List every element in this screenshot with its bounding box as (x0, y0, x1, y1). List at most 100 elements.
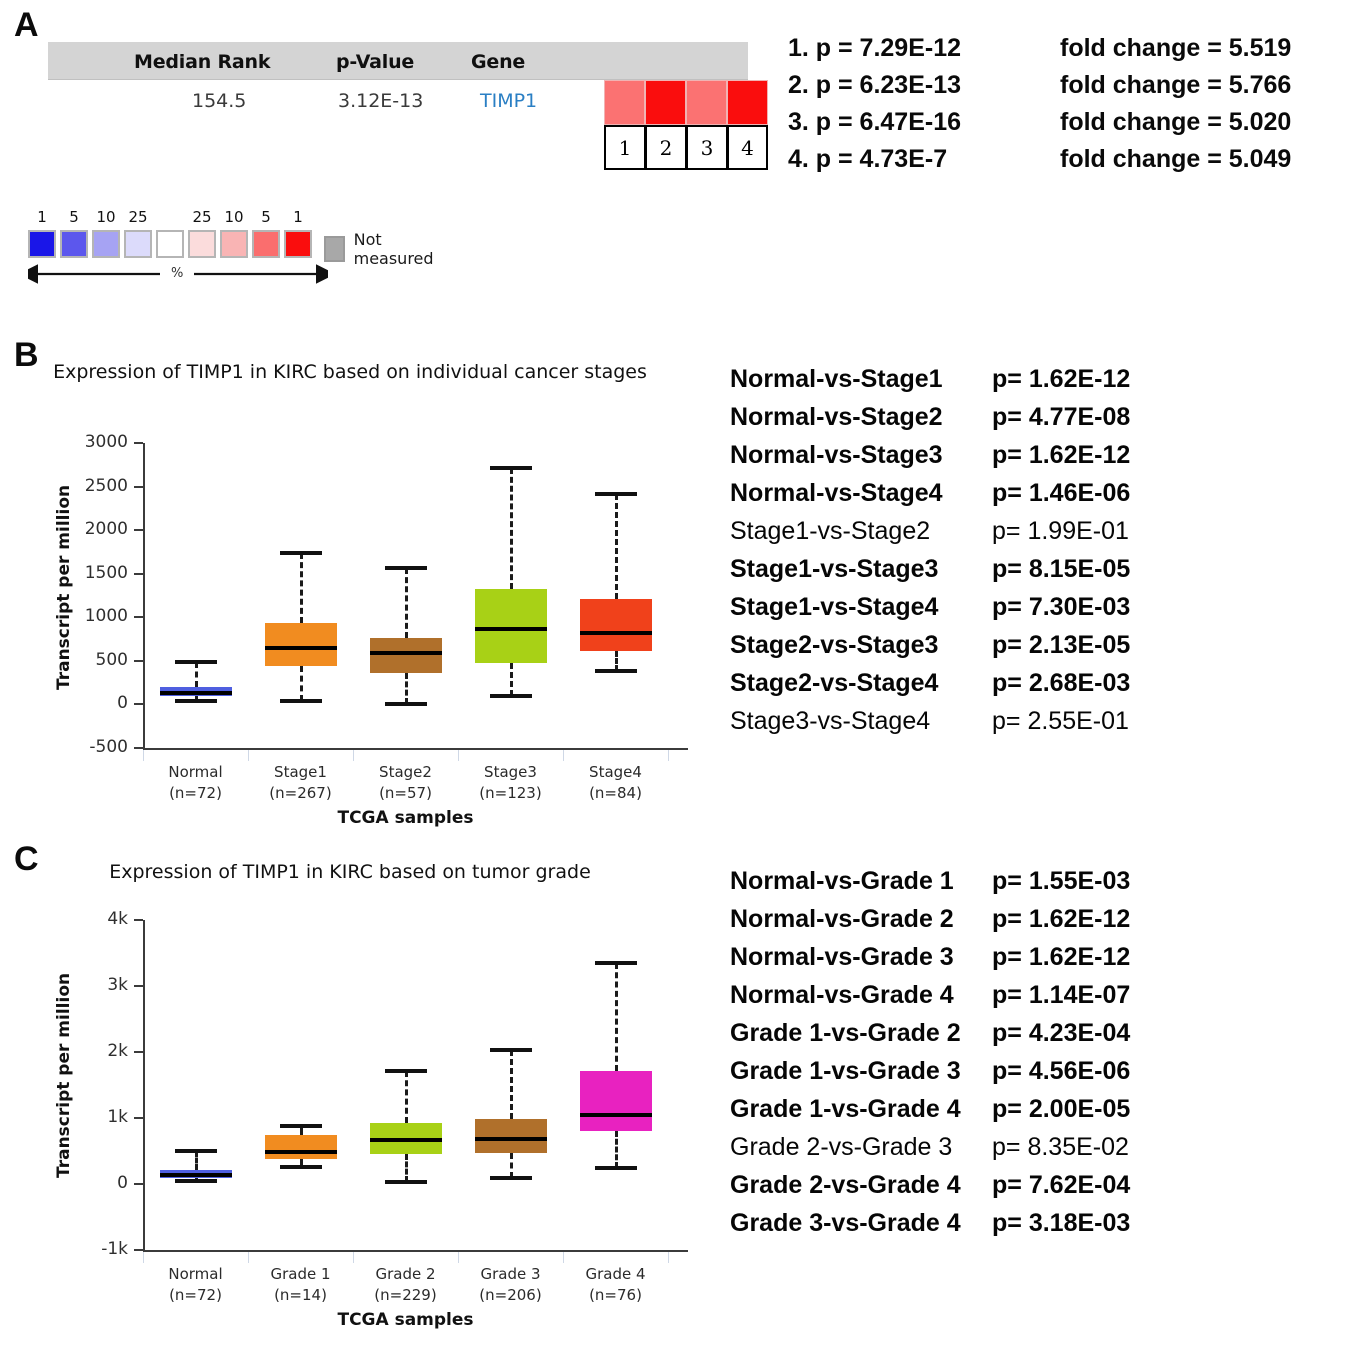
whisker-lower (299, 665, 303, 701)
x-category-count: (n=123) (479, 784, 542, 802)
x-axis-tick (458, 1252, 459, 1263)
x-category-name: Stage2 (379, 763, 432, 781)
stat-comparison-label: Normal-vs-Grade 3 (730, 943, 954, 971)
not-measured-swatch-icon (324, 236, 345, 262)
panel-a-stat-row: 1. p = 7.29E-12 fold change = 5.519 (788, 30, 1291, 67)
y-axis-tick (134, 616, 143, 619)
y-axis-tick (134, 703, 143, 706)
oncomine-cell-3[interactable]: 3 (686, 80, 727, 170)
stat-p-value: p= 1.62E-12 (992, 905, 1131, 933)
boxplot-chart-grades: Expression of TIMP1 in KIRC based on tum… (0, 858, 700, 1338)
stat-p-value: p= 1.62E-12 (992, 943, 1131, 971)
whisker-cap-min (489, 694, 532, 699)
y-axis-tick-label: 2500 (84, 475, 128, 496)
stat-fold-change: fold change = 5.020 (1060, 108, 1292, 136)
legend-color-swatch (188, 230, 216, 258)
legend-color-swatch (92, 230, 120, 258)
panel-a: A Median Rank p-Value Gene 154.5 3.12E-1… (0, 0, 1367, 330)
stat-p-value: p= 2.68E-03 (992, 669, 1131, 697)
oncomine-cell-index: 1 (604, 125, 645, 170)
oncomine-table: Median Rank p-Value Gene 154.5 3.12E-13 … (48, 42, 768, 170)
whisker-upper (614, 962, 618, 1071)
chart-title: Expression of TIMP1 in KIRC based on tum… (109, 861, 591, 883)
stat-p-value: p= 4.23E-04 (992, 1019, 1131, 1047)
whisker-upper (194, 661, 198, 687)
whisker-upper (509, 1050, 513, 1119)
panel-a-letter: A (14, 6, 39, 44)
legend-percentile-numbers: 1 5 10 25 25 10 5 1 (28, 208, 328, 230)
stat-comparison-label: Normal-vs-Stage3 (730, 441, 943, 469)
cell-median-rank: 154.5 (192, 90, 247, 112)
x-category-count: (n=14) (274, 1286, 327, 1304)
oncomine-cell-4[interactable]: 4 (727, 80, 768, 170)
stat-comparison-label: Stage2-vs-Stage3 (730, 631, 939, 659)
cell-p-value: 3.12E-13 (338, 90, 424, 112)
stat-p-value: p= 1.99E-01 (992, 517, 1129, 545)
legend-swatch-strip (28, 230, 328, 258)
x-category-count: (n=206) (479, 1286, 542, 1304)
legend-arrow-row: % (28, 262, 328, 292)
y-axis-tick-label: 2000 (84, 519, 128, 540)
y-axis-tick (134, 747, 143, 749)
stat-row: Stage1-vs-Stage4 p= 7.30E-03 (730, 588, 1130, 626)
y-axis-title: Transcript per million (54, 484, 74, 690)
x-category-name: Normal (168, 763, 223, 781)
stat-comparison-label: Grade 1-vs-Grade 3 (730, 1057, 961, 1085)
whisker-lower (509, 662, 513, 697)
median-line (474, 1136, 547, 1141)
whisker-lower (404, 1153, 408, 1183)
y-axis-tick-label: 0 (117, 693, 128, 714)
whisker-cap-min (384, 1180, 427, 1185)
stat-fold-change: fold change = 5.766 (1060, 71, 1292, 99)
y-axis-tick (134, 919, 143, 921)
y-axis-title: Transcript per million (54, 972, 74, 1178)
not-measured-label: Not measured (353, 230, 434, 268)
whisker-cap-min (594, 1166, 637, 1171)
column-header-p-value: p-Value (336, 51, 415, 73)
whisker-cap-max (279, 550, 322, 555)
stat-row: Normal-vs-Stage1 p= 1.62E-12 (730, 360, 1130, 398)
x-axis-category-label: Grade 4 (n=76) (546, 1264, 686, 1306)
oncomine-cell-swatch (604, 80, 645, 125)
x-category-name: Grade 2 (375, 1265, 436, 1283)
whisker-upper (404, 568, 408, 639)
stat-comparison-label: Grade 1-vs-Grade 4 (730, 1095, 961, 1123)
y-axis-tick-label: 4k (107, 909, 128, 929)
stat-row: Normal-vs-Stage3 p= 1.62E-12 (730, 436, 1130, 474)
stat-row: Grade 2-vs-Grade 4 p= 7.62E-04 (730, 1166, 1130, 1204)
stat-row: Stage3-vs-Stage4 p= 2.55E-01 (730, 702, 1130, 740)
whisker-cap-min (174, 1179, 217, 1184)
x-category-name: Stage3 (484, 763, 537, 781)
y-axis-tick (134, 1249, 143, 1251)
stat-row: Stage1-vs-Stage2 p= 1.99E-01 (730, 512, 1130, 550)
legend-color-swatch (60, 230, 88, 258)
whisker-lower (404, 672, 408, 704)
stat-fold-change: fold change = 5.049 (1060, 145, 1292, 173)
stat-p-value: p= 2.13E-05 (992, 631, 1131, 659)
stat-p-value: p= 1.46E-06 (992, 479, 1131, 507)
y-axis-line (143, 920, 145, 1250)
oncomine-cell-2[interactable]: 2 (645, 80, 686, 170)
x-axis-title: TCGA samples (337, 808, 474, 828)
oncomine-color-legend: 1 5 10 25 25 10 5 1 % Not measured (28, 208, 434, 292)
column-header-gene: Gene (471, 51, 526, 73)
panel-c-stats-list: Normal-vs-Grade 1 p= 1.55E-03 Normal-vs-Gr… (730, 862, 1130, 1242)
y-axis-tick-label: 3k (107, 975, 128, 995)
oncomine-cell-1[interactable]: 1 (604, 80, 645, 170)
cell-gene-link[interactable]: TIMP1 (480, 90, 537, 112)
y-axis-tick-label: -1k (101, 1239, 128, 1259)
x-axis-tick (563, 750, 564, 761)
legend-color-swatch (220, 230, 248, 258)
stat-p-value: p= 4.56E-06 (992, 1057, 1131, 1085)
legend-color-swatch (28, 230, 56, 258)
stat-comparison-label: Normal-vs-Stage4 (730, 479, 943, 507)
legend-number: 10 (96, 208, 116, 226)
x-category-count: (n=72) (169, 784, 222, 802)
x-category-name: Grade 3 (480, 1265, 541, 1283)
box-iqr (264, 1135, 337, 1160)
whisker-cap-min (279, 698, 322, 703)
stat-p-value: p= 1.14E-07 (992, 981, 1131, 1009)
x-category-count: (n=57) (379, 784, 432, 802)
legend-percent-label: % (171, 266, 184, 281)
legend-number: 1 (37, 208, 47, 226)
